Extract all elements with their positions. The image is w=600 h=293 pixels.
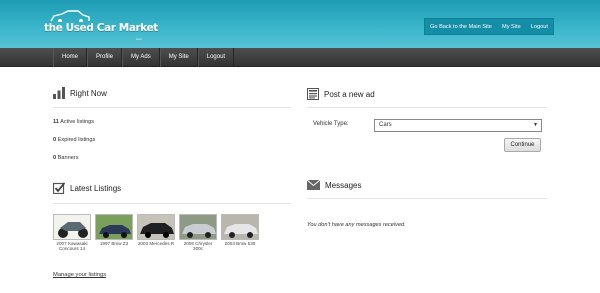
stat-label: Banners bbox=[57, 155, 79, 161]
divider bbox=[307, 198, 547, 199]
top-logout-link[interactable]: Logout bbox=[531, 24, 548, 30]
listing-photo[interactable] bbox=[179, 214, 217, 240]
divider bbox=[307, 107, 547, 108]
logo-sub: com bbox=[136, 37, 142, 41]
car-photo-icon bbox=[224, 224, 258, 238]
latest-listings-title: Latest Listings bbox=[70, 183, 122, 193]
nav-my-site[interactable]: My Site bbox=[159, 48, 198, 67]
stat-count: 0 bbox=[53, 155, 57, 161]
right-now-title: Right Now bbox=[70, 88, 107, 98]
logo-text: the Used Car Market bbox=[44, 22, 158, 34]
checkbox-checked-icon bbox=[53, 182, 65, 194]
listing-thumb[interactable]: 2006 Chrysler 300c bbox=[179, 214, 217, 252]
right-now-heading: Right Now bbox=[53, 87, 107, 99]
listing-photo[interactable] bbox=[221, 214, 259, 240]
listing-caption: 2006 Chrysler 300c bbox=[183, 241, 213, 252]
nav-home[interactable]: Home bbox=[53, 48, 88, 67]
listing-thumb[interactable]: 2007 Kawasaki Concours 14 bbox=[53, 214, 91, 252]
car-photo-icon bbox=[140, 223, 174, 238]
site-logo[interactable]: the Used Car Market com bbox=[44, 10, 158, 41]
stat-active: 11 Active listings bbox=[53, 119, 94, 125]
top-links: Go Back to the Main Site My Site Logout bbox=[424, 18, 554, 35]
car-silhouette-icon bbox=[50, 10, 90, 22]
main-nav-bar: Home Profile My Ads My Site Logout bbox=[0, 48, 600, 67]
listing-thumbnails: 2007 Kawasaki Concours 14 1997 Bmw Z3 20… bbox=[53, 214, 259, 252]
stat-label: Expired listings bbox=[57, 137, 96, 143]
stat-count: 0 bbox=[53, 137, 57, 143]
stat-expired: 0 Expired listings bbox=[53, 137, 95, 143]
listing-photo[interactable] bbox=[95, 214, 133, 240]
form-list-icon bbox=[307, 88, 319, 100]
listing-caption: 1997 Bmw Z3 bbox=[99, 241, 129, 246]
envelope-icon bbox=[307, 180, 320, 190]
messages-heading: Messages bbox=[307, 180, 361, 190]
listing-thumb[interactable]: 2003 Mercedes R bbox=[137, 214, 175, 252]
nav-profile[interactable]: Profile bbox=[87, 48, 123, 67]
bar-chart-icon bbox=[53, 87, 65, 99]
stat-banners: 0 Banners bbox=[53, 155, 79, 161]
vehicle-type-select[interactable]: Cars ▼ bbox=[374, 119, 542, 132]
continue-button[interactable]: Continue bbox=[504, 138, 541, 152]
stat-count: 11 bbox=[53, 119, 59, 125]
divider bbox=[53, 107, 291, 108]
car-photo-icon bbox=[182, 224, 216, 238]
stat-label: Active listings bbox=[60, 119, 95, 125]
post-ad-title: Post a new ad bbox=[324, 89, 375, 99]
divider bbox=[53, 203, 291, 204]
listing-photo[interactable] bbox=[137, 214, 175, 240]
vehicle-type-value: Cars bbox=[379, 122, 392, 128]
no-messages-text: You don't have any messages received. bbox=[307, 222, 406, 228]
latest-listings-heading: Latest Listings bbox=[53, 182, 121, 194]
listing-caption: 2003 Mercedes R bbox=[137, 241, 175, 246]
listing-caption: 2007 Kawasaki Concours 14 bbox=[56, 241, 88, 252]
main-site-link[interactable]: Go Back to the Main Site bbox=[430, 24, 492, 30]
nav-my-ads[interactable]: My Ads bbox=[122, 48, 160, 67]
dropdown-arrow-icon: ▼ bbox=[533, 122, 538, 128]
main-nav: Home Profile My Ads My Site Logout bbox=[53, 48, 235, 67]
motorcycle-icon bbox=[58, 222, 88, 238]
car-photo-icon bbox=[99, 225, 131, 238]
post-ad-heading: Post a new ad bbox=[307, 88, 375, 100]
manage-listings-link[interactable]: Manage your listings bbox=[53, 272, 106, 278]
messages-title: Messages bbox=[325, 180, 362, 190]
listing-photo[interactable] bbox=[53, 214, 91, 240]
listing-thumb[interactable]: 1997 Bmw Z3 bbox=[95, 214, 133, 252]
vehicle-type-label: Vehicle Type: bbox=[313, 121, 349, 127]
listing-caption: 2003 Bmw 530 bbox=[224, 241, 256, 246]
site-header: the Used Car Market com Go Back to the M… bbox=[0, 0, 600, 48]
listing-thumb[interactable]: 2003 Bmw 530 bbox=[221, 214, 259, 252]
my-site-link[interactable]: My Site bbox=[502, 24, 521, 30]
nav-logout[interactable]: Logout bbox=[197, 48, 235, 67]
